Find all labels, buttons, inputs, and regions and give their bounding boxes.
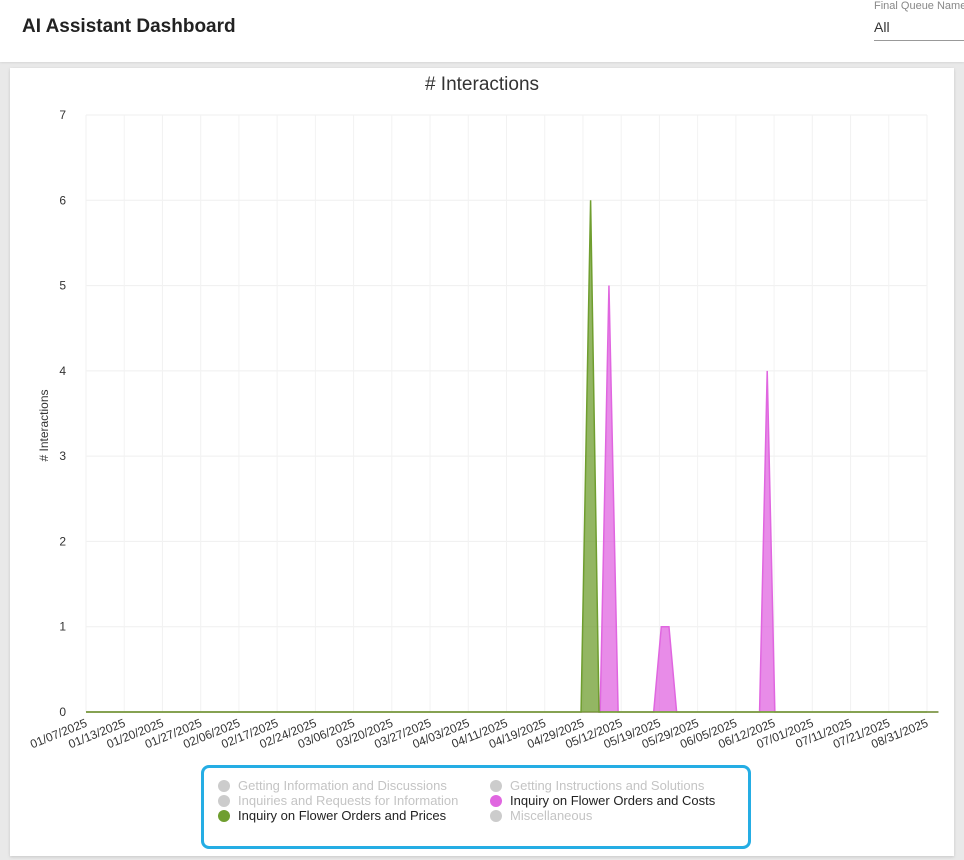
legend-label: Inquiries and Requests for Information: [238, 793, 459, 808]
legend-item[interactable]: Miscellaneous: [490, 808, 592, 823]
y-tick-label: 3: [59, 449, 66, 463]
legend-marker-icon: [490, 779, 502, 792]
y-tick-label: 5: [59, 279, 66, 293]
y-tick-label: 6: [59, 193, 66, 207]
chart-card: # Interactions 0 1 2 3 4 5 6 7 01/07/2025 01/13/2…: [10, 68, 954, 856]
legend-label: Getting Information and Discussions: [238, 778, 447, 793]
interactions-chart: 0123456701/07/202501/13/202501/20/202501…: [28, 108, 939, 751]
y-tick-label: 7: [59, 108, 66, 122]
y-tick-label: 2: [59, 534, 66, 548]
legend-marker-icon: [218, 809, 230, 822]
series-line-inquiry-on-flower-orders-and-costs: [86, 285, 939, 713]
chart-legend: Getting Information and Discussions Getti…: [201, 765, 751, 849]
legend-item[interactable]: Getting Information and Discussions: [218, 778, 447, 793]
legend-marker-icon: [490, 809, 502, 822]
legend-item[interactable]: Inquiry on Flower Orders and Prices: [218, 808, 446, 823]
y-tick-label: 0: [59, 705, 66, 719]
legend-label: Inquiry on Flower Orders and Prices: [238, 808, 447, 823]
page-title: AI Assistant Dashboard: [22, 16, 236, 37]
y-axis-label: # Interactions: [37, 389, 51, 461]
queue-filter-select[interactable]: All: [874, 14, 964, 41]
queue-filter-label: Final Queue Name: [874, 0, 964, 12]
legend-marker-icon: [490, 794, 502, 807]
legend-label: Inquiry on Flower Orders and Costs: [510, 793, 716, 808]
top-bar: AI Assistant Dashboard Final Queue Name …: [0, 0, 964, 62]
y-tick-label: 4: [59, 364, 66, 378]
legend-item[interactable]: Getting Instructions and Solutions: [490, 778, 704, 793]
series-area-inquiry-on-flower-orders-and-costs: [86, 285, 939, 712]
y-tick-label: 1: [59, 620, 66, 634]
legend-label: Miscellaneous: [510, 808, 593, 823]
legend-label: Getting Instructions and Solutions: [510, 778, 705, 793]
legend-marker-icon: [218, 779, 230, 792]
legend-item[interactable]: Inquiries and Requests for Information: [218, 793, 458, 808]
legend-item[interactable]: Inquiry on Flower Orders and Costs: [490, 793, 715, 808]
legend-marker-icon: [218, 794, 230, 807]
